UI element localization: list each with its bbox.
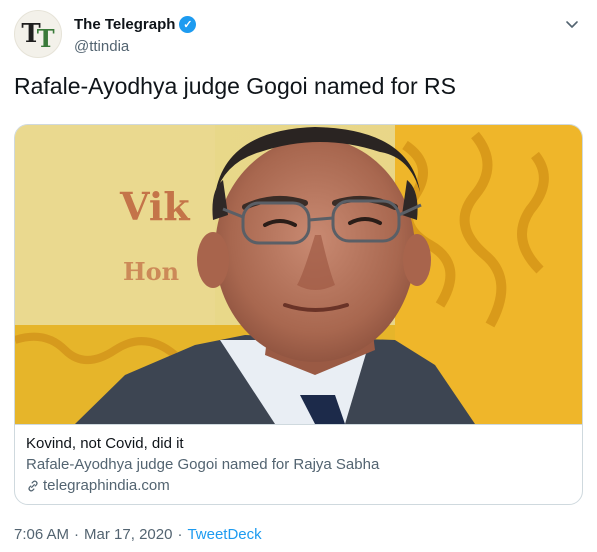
tweet-time[interactable]: 7:06 AM: [14, 526, 69, 543]
avatar-letter-2: T: [36, 23, 55, 53]
meta-separator: ·: [74, 526, 80, 543]
tweet-source-link[interactable]: TweetDeck: [187, 526, 261, 543]
card-description: Rafale-Ayodhya judge Gogoi named for Raj…: [26, 456, 380, 473]
card-image[interactable]: Vik Hon: [15, 125, 582, 424]
display-name[interactable]: The Telegraph: [74, 16, 175, 33]
card-title: Kovind, not Covid, did it: [26, 435, 184, 452]
card-image-text-2: Hon: [123, 257, 179, 286]
tweet-meta: 7:06 AM · Mar 17, 2020 · TweetDeck: [14, 526, 262, 543]
name-row: The Telegraph ✓: [74, 16, 197, 33]
card-body[interactable]: Kovind, not Covid, did it Rafale-Ayodhya…: [15, 424, 582, 504]
link-icon: [28, 480, 38, 492]
tweet-header: TT The Telegraph ✓ @ttindia: [14, 10, 583, 62]
card-image-text: Vik: [119, 184, 190, 229]
verified-badge-icon: ✓: [179, 16, 197, 33]
card-domain: telegraphindia.com: [43, 477, 170, 494]
tweet-text: Rafale-Ayodhya judge Gogoi named for RS: [14, 73, 456, 99]
link-card[interactable]: Vik Hon Kovind, not Covid, did it Rafale…: [14, 124, 583, 505]
tweet-date[interactable]: Mar 17, 2020: [84, 526, 172, 543]
tweet: TT The Telegraph ✓ @ttindia Rafale-Ayodh…: [0, 0, 597, 552]
card-domain-row: telegraphindia.com: [26, 476, 571, 496]
chevron-down-icon[interactable]: [563, 16, 581, 34]
avatar[interactable]: TT: [14, 10, 62, 58]
meta-separator: ·: [177, 526, 183, 543]
user-handle[interactable]: @ttindia: [74, 38, 129, 55]
